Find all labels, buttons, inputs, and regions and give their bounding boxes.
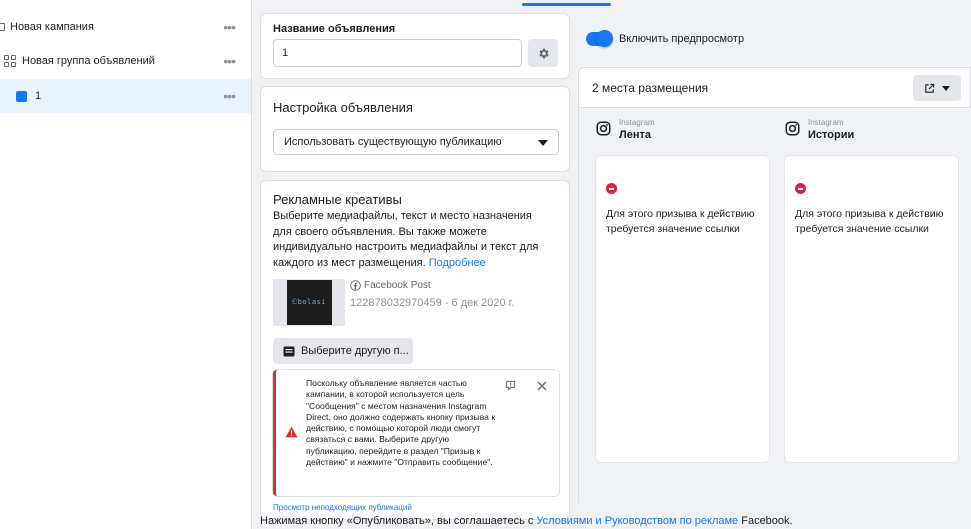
preview-panel: 2 места размещения Instagram Лента Для э…	[578, 67, 971, 508]
terms-link[interactable]: Условиями и Руководством по рекламе	[536, 515, 738, 527]
creatives-title: Рекламные креативы	[273, 192, 402, 207]
post-id: 122878032970459 - 6 дек 2020 г.	[350, 297, 515, 309]
warning-banner: Поскольку объявление является частью кам…	[273, 370, 559, 496]
chevron-down-icon	[538, 140, 548, 146]
post-image: ඞbolasi	[286, 280, 332, 325]
tree-item-label: Новая группа объявлений	[22, 55, 155, 67]
campaign-more-icon[interactable]: •••	[223, 20, 236, 34]
tree-item-label: 1	[35, 90, 42, 102]
creatives-description: Выберите медиафайлы, текст и место назна…	[273, 209, 553, 271]
close-icon[interactable]	[537, 381, 547, 391]
placement-error-text: Для этого призыва к действию требуется з…	[795, 208, 944, 235]
facebook-icon	[350, 280, 361, 291]
instagram-icon	[596, 121, 611, 136]
tree-item-ad[interactable]: 1 •••	[0, 79, 251, 113]
ad-setup-selected: Использовать существующую публикацию	[284, 136, 502, 148]
preview-toggle-label: Включить предпросмотр	[619, 33, 745, 45]
ad-name-settings-button[interactable]	[528, 39, 558, 67]
chevron-down-icon	[942, 85, 950, 91]
ad-name-input[interactable]: 1	[273, 39, 522, 67]
placement-card-stories[interactable]: Для этого призыва к действию требуется з…	[784, 155, 959, 463]
terms-footer: Нажимая кнопку «Опубликовать», вы соглаш…	[260, 515, 793, 527]
error-icon	[795, 183, 806, 194]
creatives-description-text: Выберите медиафайлы, текст и место назна…	[273, 210, 539, 269]
placements-title: 2 места размещения	[592, 81, 709, 95]
placement-platform: Instagram	[619, 118, 655, 127]
external-link-icon	[925, 83, 935, 93]
post-type-label: Facebook Post	[364, 280, 431, 291]
placement-label-feed: Instagram Лента	[596, 118, 655, 142]
tree-item-campaign[interactable]: Новая кампания •••	[0, 10, 251, 44]
choose-other-post-button[interactable]: Выберите другую п...	[273, 338, 413, 364]
ad-setup-select[interactable]: Использовать существующую публикацию	[273, 129, 559, 155]
active-tab-indicator	[522, 3, 611, 6]
ad-name-label: Название объявления	[273, 23, 396, 35]
ad-setup-title: Настройка объявления	[273, 100, 413, 115]
gear-icon	[538, 48, 549, 58]
ad-setup-card: Настройка объявления Использовать сущест…	[260, 86, 570, 172]
placement-card-feed[interactable]: Для этого призыва к действию требуется з…	[595, 155, 770, 463]
campaign-folder-icon	[0, 23, 5, 31]
post-type: Facebook Post	[350, 280, 431, 291]
campaign-tree-panel: Новая кампания ••• Новая группа объявлен…	[0, 0, 252, 529]
choose-other-post-label: Выберите другую п...	[301, 345, 409, 357]
placement-error-text: Для этого призыва к действию требуется з…	[606, 208, 755, 235]
preview-toggle[interactable]	[586, 30, 613, 47]
placements-area: Instagram Лента Для этого призыва к дейс…	[579, 108, 971, 508]
footer-prefix: Нажимая кнопку «Опубликовать», вы соглаш…	[260, 515, 537, 527]
error-icon	[606, 183, 617, 194]
ad-more-icon[interactable]: •••	[223, 89, 236, 103]
tree-item-label: Новая кампания	[10, 21, 94, 33]
footer-suffix: Facebook.	[738, 515, 793, 527]
learn-more-link[interactable]: Подробнее	[429, 257, 486, 269]
tree-item-adset[interactable]: Новая группа объявлений •••	[0, 44, 251, 78]
instagram-icon	[785, 121, 800, 136]
ad-icon	[16, 90, 27, 102]
preview-header: 2 места размещения	[579, 68, 971, 108]
post-icon	[283, 346, 295, 356]
placement-name: Лента	[619, 129, 651, 141]
feedback-icon[interactable]	[505, 380, 516, 391]
warning-text: Поскольку объявление является частью кам…	[306, 378, 496, 468]
open-preview-button[interactable]	[913, 75, 961, 101]
warning-icon	[285, 426, 298, 438]
adset-more-icon[interactable]: •••	[223, 54, 236, 68]
creatives-card: Рекламные креативы Выберите медиафайлы, …	[260, 180, 570, 520]
post-thumbnail: ඞbolasi	[273, 279, 345, 326]
adset-grid-icon	[4, 55, 16, 67]
ad-name-card: Название объявления 1	[260, 13, 570, 79]
ineligible-posts-link[interactable]: Просмотр неподходящих публикаций	[273, 503, 412, 512]
placement-name: Истории	[808, 129, 855, 141]
placement-platform: Instagram	[808, 118, 844, 127]
placement-label-stories: Instagram Истории	[785, 118, 854, 142]
